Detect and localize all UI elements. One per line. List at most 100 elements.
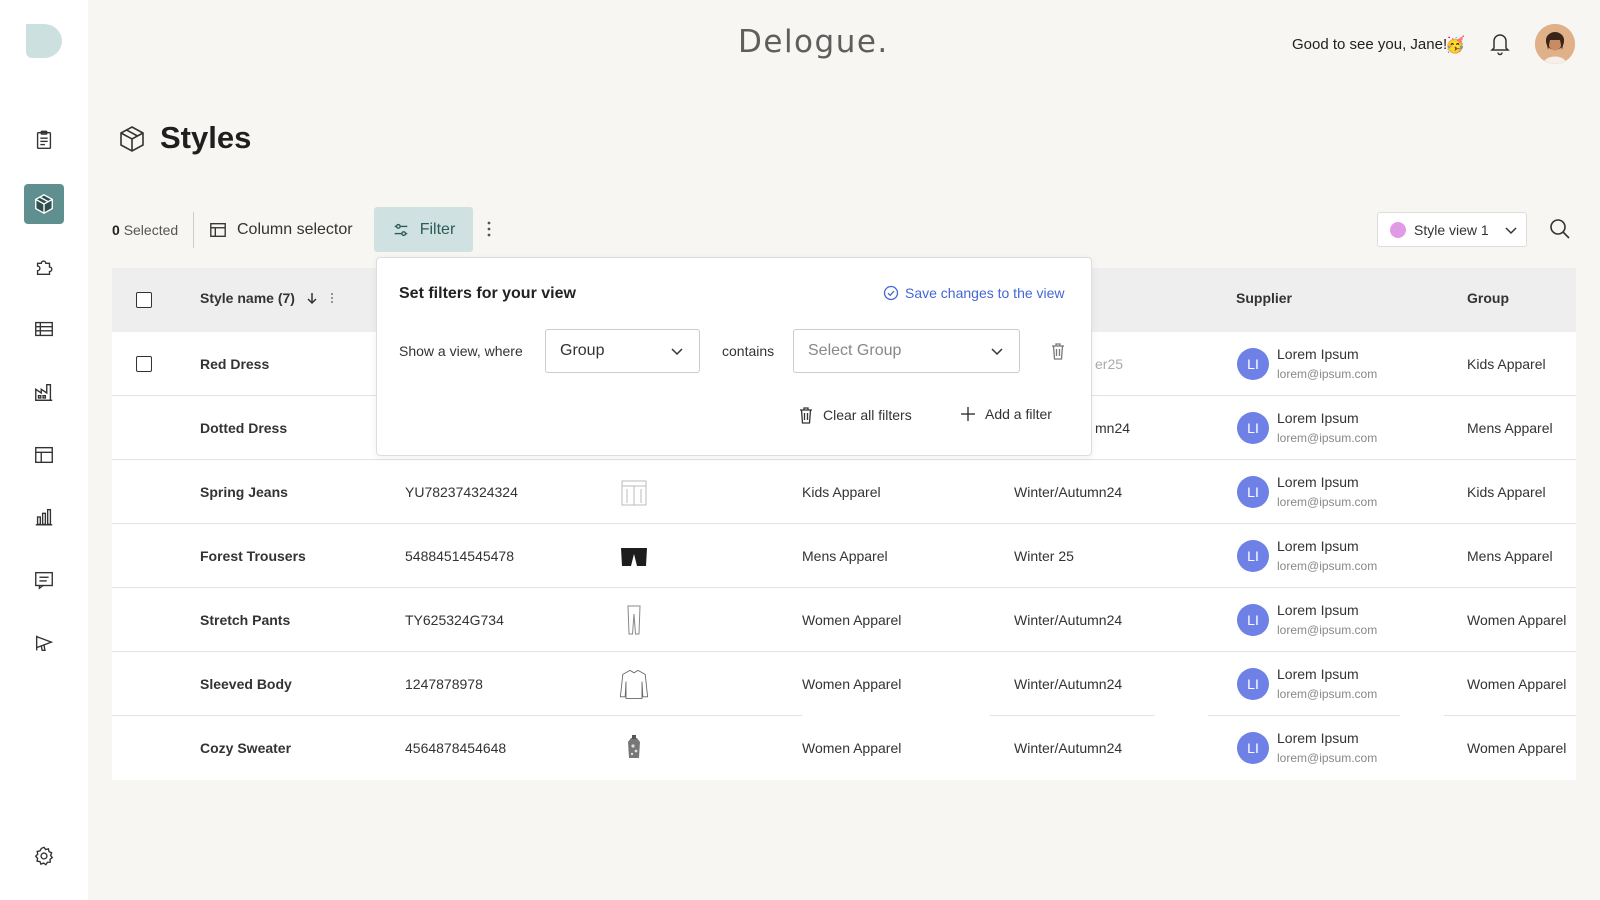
supplier-email: lorem@ipsum.com (1277, 623, 1378, 637)
style-name[interactable]: Red Dress (200, 356, 269, 372)
user-avatar[interactable] (1535, 24, 1575, 64)
header-style-name[interactable]: Style name (7) (200, 290, 335, 306)
supplier-avatar: LI (1237, 604, 1269, 636)
row-checkbox[interactable] (136, 356, 152, 372)
style-name[interactable]: Dotted Dress (200, 420, 287, 436)
table-row[interactable]: Forest Trousers 54884514545478 Mens Appa… (112, 524, 1576, 588)
clear-all-filters-label: Clear all filters (823, 407, 912, 423)
page-title: Styles (160, 120, 252, 155)
nav-message-icon[interactable] (24, 560, 64, 600)
supplier-avatar: LI (1237, 476, 1269, 508)
save-view-label: Save changes to the view (905, 285, 1065, 301)
season: er25 (1095, 356, 1124, 372)
nav-styles-box-icon[interactable] (24, 184, 64, 224)
select-all-checkbox[interactable] (136, 292, 152, 308)
group: Mens Apparel (1467, 420, 1553, 436)
supplier-avatar: LI (1237, 540, 1269, 572)
group-column: Women Apparel (802, 612, 902, 628)
style-number: 54884514545478 (405, 548, 515, 564)
table-row[interactable]: Stretch Pants TY625324G734 Women Apparel… (112, 588, 1576, 652)
style-number: 4564878454648 (405, 740, 507, 756)
header-group[interactable]: Group (1467, 290, 1509, 306)
supplier-email: lorem@ipsum.com (1277, 431, 1378, 445)
season: Winter/Autumn24 (1014, 612, 1123, 628)
season: mn24 (1095, 420, 1131, 436)
view-select-label: Style view 1 (1414, 221, 1489, 238)
supplier-name: Lorem Ipsum (1277, 602, 1359, 618)
supplier-email: lorem@ipsum.com (1277, 495, 1378, 509)
style-number: YU782374324324 (405, 484, 518, 500)
style-name[interactable]: Cozy Sweater (200, 740, 291, 756)
jeans-sketch-icon (618, 476, 650, 508)
filter-value-select[interactable]: Select Group (793, 329, 1020, 373)
column-menu-icon[interactable] (329, 291, 335, 305)
group-column: Women Apparel (802, 740, 902, 756)
table-row[interactable]: Cozy Sweater 4564878454648 Women Apparel… (112, 716, 1576, 780)
group: Women Apparel (1467, 740, 1567, 756)
nav-puzzle-icon[interactable] (24, 247, 64, 287)
filter-value-placeholder: Select Group (808, 342, 902, 359)
toolbar-divider (193, 212, 194, 248)
chevron-down-icon (1505, 226, 1517, 234)
style-name[interactable]: Spring Jeans (200, 484, 288, 500)
logo-icon[interactable] (24, 22, 64, 60)
season: Winter 25 (1014, 548, 1074, 564)
greeting-text: Good to see you, Jane! (1292, 36, 1448, 53)
trousers-icon (618, 540, 650, 572)
column-selector-button[interactable]: Column selector (209, 212, 353, 248)
nav-layout-icon[interactable] (24, 435, 64, 475)
selected-count: 0 Selected (112, 222, 178, 238)
add-filter-label: Add a filter (985, 406, 1052, 422)
header-supplier[interactable]: Supplier (1236, 290, 1292, 306)
filter-button[interactable]: Filter (374, 207, 473, 252)
group: Mens Apparel (1467, 548, 1553, 564)
supplier-name: Lorem Ipsum (1277, 538, 1359, 554)
season: Winter/Autumn24 (1014, 676, 1123, 692)
style-number: TY625324G734 (405, 612, 504, 628)
trash-icon (800, 407, 812, 424)
nav-megaphone-icon[interactable] (24, 623, 64, 663)
sort-arrow-down-icon[interactable] (305, 291, 319, 305)
style-name[interactable]: Stretch Pants (200, 612, 290, 628)
style-view-select[interactable]: Style view 1 (1377, 212, 1527, 247)
nav-clipboard-icon[interactable] (24, 120, 64, 160)
season: Winter/Autumn24 (1014, 484, 1123, 500)
clear-all-filters-button[interactable]: Clear all filters (797, 405, 912, 425)
filter-operator-label: contains (722, 343, 775, 359)
chevron-down-icon (671, 348, 683, 356)
filter-popover: Set filters for your view Save changes t… (376, 257, 1092, 456)
filter-field-select[interactable]: Group (545, 329, 700, 373)
sliders-icon (394, 223, 408, 236)
table-row[interactable]: Sleeved Body 1247878978 Women Apparel Wi… (112, 652, 1576, 716)
search-icon[interactable] (1548, 217, 1572, 241)
column-selector-label: Column selector (237, 221, 353, 238)
filter-where-label: Show a view, where (399, 343, 523, 359)
style-name[interactable]: Sleeved Body (200, 676, 292, 692)
supplier-name: Lorem Ipsum (1277, 730, 1359, 746)
brand-wordmark: Delogue. (738, 24, 889, 60)
nav-bar-chart-icon[interactable] (24, 497, 64, 537)
supplier-email: lorem@ipsum.com (1277, 687, 1378, 701)
supplier-name: Lorem Ipsum (1277, 346, 1359, 362)
settings-gear-icon[interactable] (33, 845, 55, 867)
selected-count-number: 0 (112, 222, 120, 238)
delete-filter-trash-icon[interactable] (1049, 341, 1067, 361)
selected-count-label: Selected (123, 222, 179, 238)
table-row[interactable]: Spring Jeans YU782374324324 Kids Apparel… (112, 460, 1576, 524)
more-options-icon[interactable] (484, 218, 494, 240)
nav-factory-icon[interactable] (24, 372, 64, 412)
add-filter-button[interactable]: Add a filter (959, 405, 1052, 423)
header-style-name-label: Style name (7) (200, 290, 295, 306)
season: Winter/Autumn24 (1014, 740, 1123, 756)
pants-sketch-icon (618, 604, 650, 636)
save-view-link[interactable]: Save changes to the view (883, 285, 1065, 301)
style-number: 1247878978 (405, 676, 483, 692)
style-name[interactable]: Forest Trousers (200, 548, 306, 564)
supplier-avatar: LI (1237, 348, 1269, 380)
nav-list-icon[interactable] (24, 309, 64, 349)
check-circle-icon (883, 285, 899, 301)
group: Kids Apparel (1467, 356, 1546, 372)
column-selector-icon (210, 223, 226, 237)
supplier-email: lorem@ipsum.com (1277, 367, 1378, 381)
notification-bell-icon[interactable] (1488, 30, 1512, 56)
